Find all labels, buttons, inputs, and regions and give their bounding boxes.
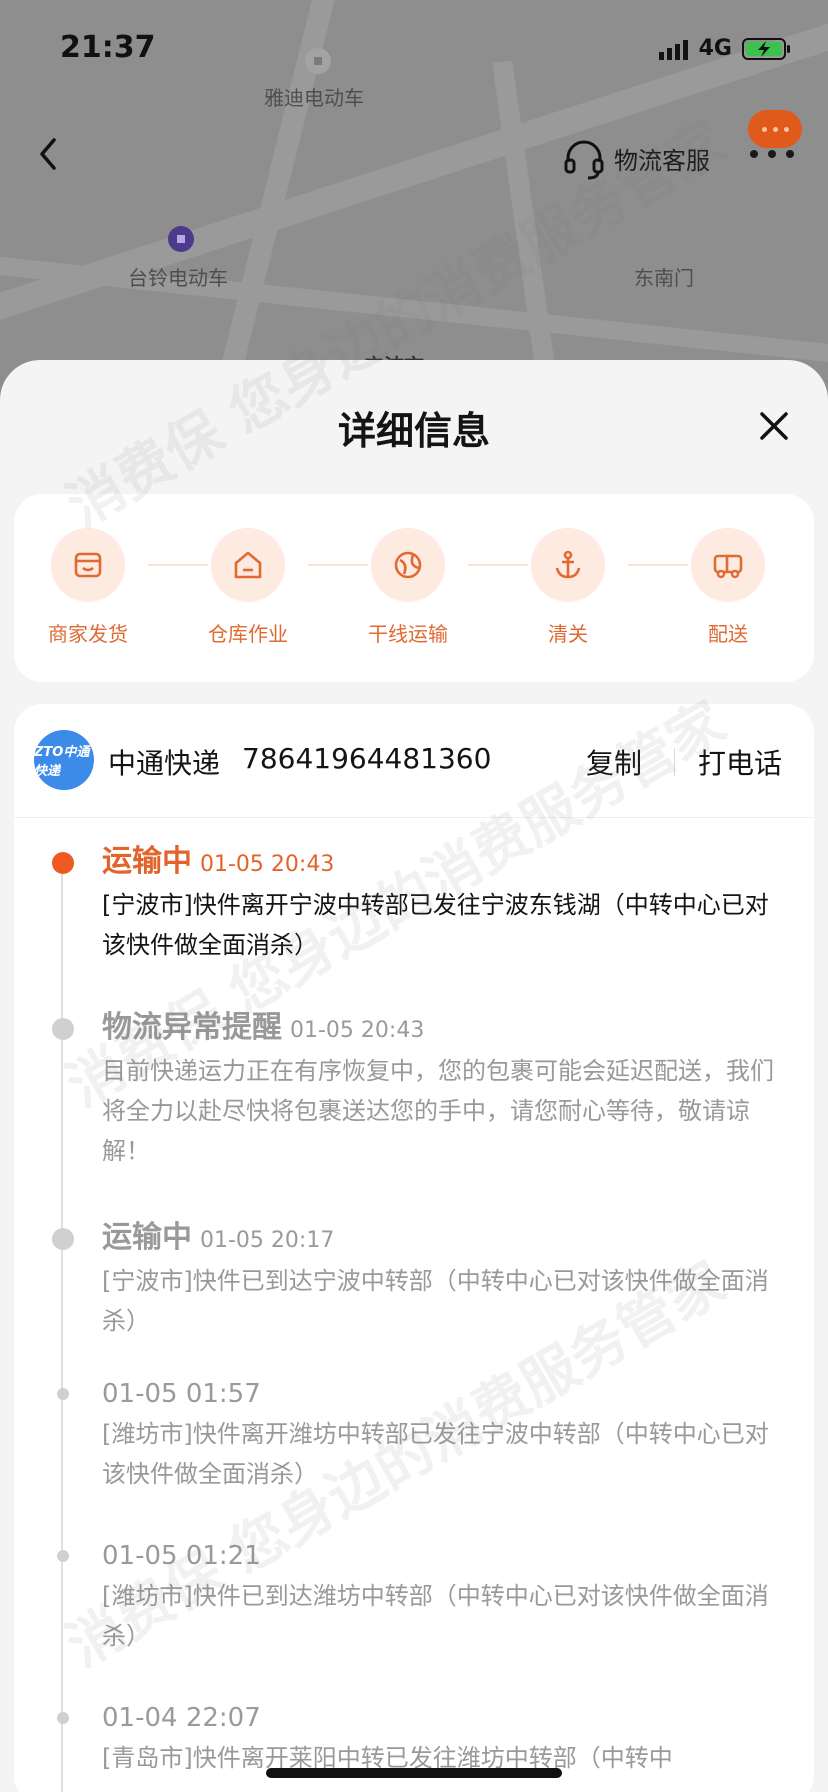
tracking-event: 运输中 01-05 20:43 [宁波市]快件离开宁波中转部已发往宁波东钱湖（中转…	[102, 842, 792, 965]
event-description: [宁波市]快件离开宁波中转部已发往宁波东钱湖（中转中心已对该快件做全面消杀）	[102, 891, 769, 959]
map-poi-label: 雅迪电动车	[264, 86, 364, 110]
tracking-number: 78641964481360	[242, 742, 492, 775]
event-description: [潍坊市]快件已到达潍坊中转部（中转中心已对该快件做全面消杀）	[102, 1582, 769, 1650]
home-indicator	[266, 1768, 562, 1778]
more-options-icon[interactable]	[750, 150, 794, 158]
event-time: 01-05 01:57	[102, 1379, 261, 1409]
tracking-event: 运输中 01-05 20:17 [宁波市]快件已到达宁波中转部（中转中心已对该快件…	[102, 1218, 792, 1341]
step-transport: 干线运输	[348, 528, 468, 647]
courier-name: 中通快递	[108, 747, 221, 780]
event-status: 运输中	[102, 844, 192, 879]
detail-sheet: 详细信息 商家发货 仓库作业 干线运输 清关 配送 ZTO中通快递 中通快递 7…	[0, 360, 828, 1792]
step-delivery: 配送	[668, 528, 788, 647]
tracking-event: 01-04 22:07 [青岛市]快件离开莱阳中转已发往潍坊中转部（中转中	[102, 1698, 792, 1778]
courier-row: ZTO中通快递 中通快递 78641964481360 复制 打电话	[14, 704, 814, 818]
event-time: 01-04 22:07	[102, 1703, 261, 1733]
logistics-service-button[interactable]: 物流客服	[562, 136, 710, 180]
timeline-dot	[57, 1388, 69, 1400]
event-status: 物流异常提醒	[102, 1010, 282, 1045]
message-bubble-icon[interactable]	[748, 110, 802, 148]
warehouse-icon	[211, 528, 285, 602]
event-time: 01-05 20:43	[200, 852, 335, 877]
tracking-card: ZTO中通快递 中通快递 78641964481360 复制 打电话 运输中 01…	[14, 704, 814, 1792]
copy-button[interactable]: 复制	[586, 742, 642, 782]
step-label: 清关	[548, 622, 588, 646]
shop-icon	[51, 528, 125, 602]
map-pin-icon	[305, 48, 331, 74]
event-description: 目前快递运力正在有序恢复中，您的包裹可能会延迟配送，我们将全力以赴尽快将包裹送达…	[102, 1057, 774, 1165]
map-poi-label: 台铃电动车	[128, 266, 228, 290]
headset-icon	[564, 140, 604, 180]
tracking-event: 01-05 01:57 [潍坊市]快件离开潍坊中转部已发往宁波中转部（中转中心已…	[102, 1374, 792, 1494]
tracking-event: 物流异常提醒 01-05 20:43 目前快递运力正在有序恢复中，您的包裹可能会延…	[102, 1008, 792, 1171]
event-time: 01-05 20:17	[200, 1228, 335, 1253]
call-button[interactable]: 打电话	[698, 742, 782, 782]
sheet-title: 详细信息	[337, 409, 490, 453]
transport-icon	[371, 528, 445, 602]
battery-charging-icon	[742, 37, 790, 60]
anchor-icon	[531, 528, 605, 602]
signal-icon	[658, 39, 688, 60]
timeline-dot	[57, 1550, 69, 1562]
timeline-dot	[57, 1712, 69, 1724]
status-icons: 4G	[658, 36, 792, 61]
logistics-steps: 商家发货 仓库作业 干线运输 清关 配送	[14, 494, 814, 682]
step-label: 配送	[708, 622, 748, 646]
close-icon[interactable]	[756, 408, 792, 444]
step-customs: 清关	[508, 528, 628, 647]
timeline-dot-active	[52, 852, 74, 874]
courier-logo: ZTO中通快递	[34, 730, 94, 790]
event-description: [潍坊市]快件离开潍坊中转部已发往宁波中转部（中转中心已对该快件做全面消杀）	[102, 1420, 769, 1488]
status-time: 21:37	[60, 30, 156, 65]
step-warehouse: 仓库作业	[188, 528, 308, 647]
step-label: 干线运输	[368, 622, 448, 646]
map-pin-icon	[168, 226, 194, 252]
tracking-event: 01-05 01:21 [潍坊市]快件已到达潍坊中转部（中转中心已对该快件做全面…	[102, 1536, 792, 1656]
step-shipped: 商家发货	[28, 528, 148, 647]
step-label: 商家发货	[48, 622, 128, 646]
event-status: 运输中	[102, 1220, 192, 1255]
logistics-service-label: 物流客服	[614, 146, 710, 175]
timeline-dot	[52, 1018, 74, 1040]
divider	[674, 748, 675, 776]
map-poi-label: 东南门	[634, 266, 694, 290]
event-time: 01-05 01:21	[102, 1541, 261, 1571]
step-label: 仓库作业	[208, 622, 288, 646]
timeline-line	[61, 866, 63, 1792]
timeline-dot	[52, 1228, 74, 1250]
event-time: 01-05 20:43	[290, 1018, 425, 1043]
network-type: 4G	[698, 36, 732, 61]
event-description: [宁波市]快件已到达宁波中转部（中转中心已对该快件做全面消杀）	[102, 1267, 769, 1335]
back-icon[interactable]	[30, 134, 70, 174]
delivery-truck-icon	[691, 528, 765, 602]
